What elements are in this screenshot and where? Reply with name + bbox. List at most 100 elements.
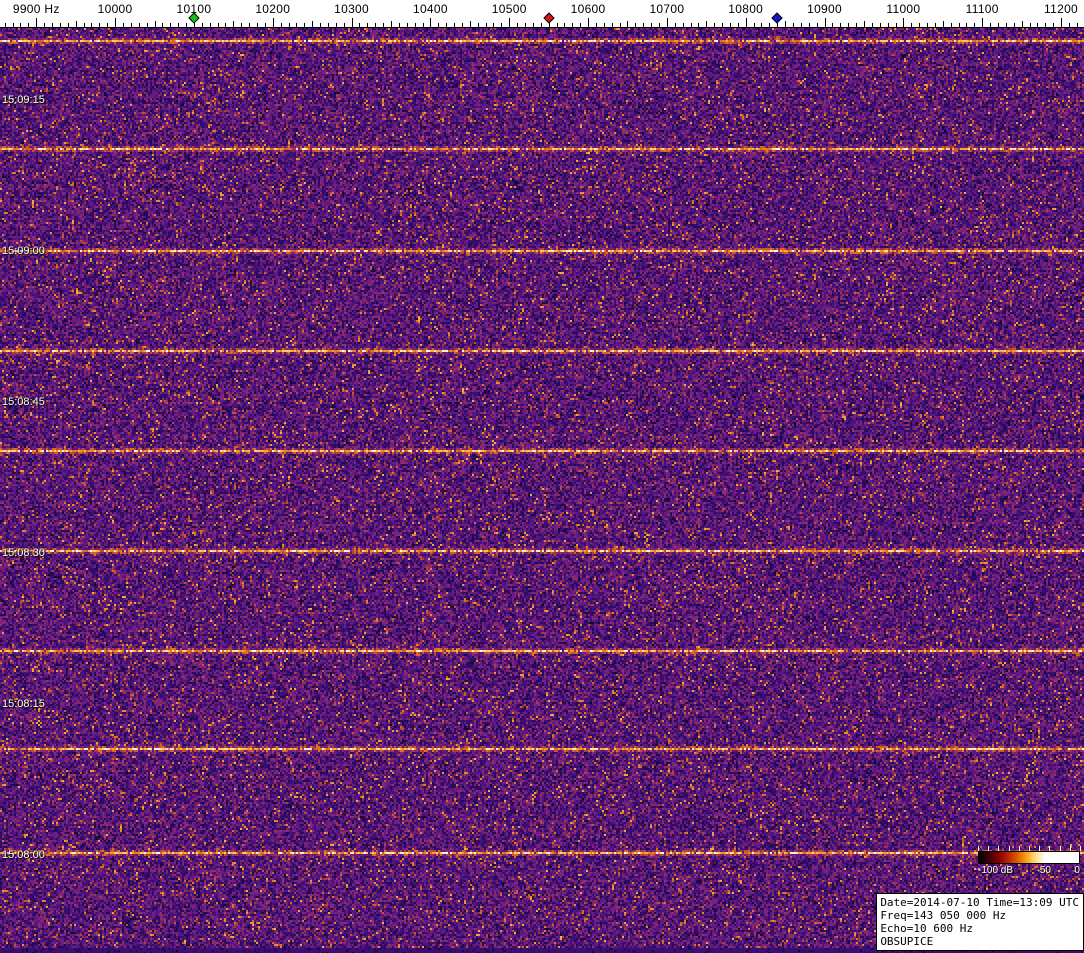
freq-tick: [5, 23, 6, 27]
freq-tick: [52, 23, 53, 27]
freq-tick-label: 10700: [649, 2, 684, 16]
freq-tick: [698, 23, 699, 27]
colorbar-tick: [1060, 846, 1061, 851]
freq-tick: [352, 18, 353, 27]
freq-tick: [604, 23, 605, 27]
freq-tick: [1014, 23, 1015, 27]
colorbar-tick: [1049, 846, 1050, 851]
colorbar-tick: [1009, 846, 1010, 851]
freq-tick: [383, 23, 384, 27]
freq-tick: [147, 23, 148, 27]
time-tick-label: 15:08:30: [2, 547, 45, 559]
marker-red-diamond-icon[interactable]: [543, 12, 554, 23]
freq-tick: [99, 23, 100, 27]
freq-tick: [951, 23, 952, 27]
freq-tick: [430, 18, 431, 27]
freq-tick: [943, 21, 944, 27]
spectrogram-window: 9900 Hz 10000 10100 10200 10300 10400 10500 106…: [0, 0, 1084, 953]
freq-tick: [738, 23, 739, 27]
freq-tick: [178, 23, 179, 27]
freq-tick: [761, 23, 762, 27]
freq-tick: [596, 23, 597, 27]
freq-tick: [793, 23, 794, 27]
freq-tick: [730, 23, 731, 27]
freq-tick: [486, 23, 487, 27]
time-tick-label: 15:08:15: [2, 698, 45, 710]
freq-tick: [714, 23, 715, 27]
freq-tick: [1053, 23, 1054, 27]
frequency-axis: 9900 Hz 10000 10100 10200 10300 10400 10500 106…: [0, 0, 1084, 28]
info-box: Date=2014-07-10 Time=13:09 UTC Freq=143 …: [876, 893, 1084, 951]
freq-tick: [1061, 18, 1062, 27]
freq-tick: [202, 23, 203, 27]
freq-tick: [809, 23, 810, 27]
time-tick-label: 15:09:00: [2, 245, 45, 257]
colorbar-tick: [998, 846, 999, 851]
freq-tick: [533, 23, 534, 27]
freq-tick: [123, 23, 124, 27]
freq-tick: [785, 21, 786, 27]
freq-tick: [170, 23, 171, 27]
freq-tick: [462, 23, 463, 27]
freq-tick: [864, 21, 865, 27]
freq-tick: [959, 23, 960, 27]
freq-tick-label: 10900: [807, 2, 842, 16]
freq-tick-label: 10300: [334, 2, 369, 16]
freq-tick-label: 10200: [255, 2, 290, 16]
freq-tick: [296, 23, 297, 27]
freq-tick: [1045, 23, 1046, 27]
freq-tick: [186, 23, 187, 27]
freq-tick: [493, 23, 494, 27]
freq-tick: [903, 18, 904, 27]
freq-tick: [659, 23, 660, 27]
freq-tick: [974, 23, 975, 27]
freq-tick: [28, 23, 29, 27]
freq-tick: [801, 23, 802, 27]
freq-tick: [1006, 23, 1007, 27]
freq-tick: [832, 23, 833, 27]
freq-tick-label: 11100: [966, 2, 999, 16]
freq-tick: [375, 23, 376, 27]
freq-tick: [580, 23, 581, 27]
freq-tick: [423, 23, 424, 27]
freq-tick: [265, 23, 266, 27]
freq-tick-label: 11200: [1044, 2, 1078, 16]
freq-tick: [643, 23, 644, 27]
freq-tick: [517, 23, 518, 27]
freq-tick-label: 10800: [728, 2, 763, 16]
freq-tick: [888, 23, 889, 27]
freq-tick: [225, 23, 226, 27]
info-station: OBSUPICE: [880, 935, 1079, 948]
freq-tick: [241, 23, 242, 27]
freq-tick: [107, 23, 108, 27]
freq-tick: [501, 23, 502, 27]
freq-tick: [651, 23, 652, 27]
freq-tick: [746, 18, 747, 27]
colorbar-labels: -100 dB -50 0: [978, 865, 1080, 876]
colorbar-tick: [978, 846, 979, 851]
marker-blue-diamond-icon[interactable]: [772, 12, 783, 23]
colorbar-ticks: [978, 846, 1080, 851]
freq-tick: [478, 23, 479, 27]
freq-tick: [233, 21, 234, 27]
freq-tick: [336, 23, 337, 27]
freq-tick: [399, 23, 400, 27]
freq-tick: [1037, 23, 1038, 27]
freq-tick: [911, 23, 912, 27]
freq-tick: [777, 23, 778, 27]
freq-tick-label: 11000: [886, 2, 920, 16]
freq-tick: [438, 23, 439, 27]
freq-tick: [257, 23, 258, 27]
freq-tick: [36, 18, 37, 27]
freq-tick: [557, 23, 558, 27]
freq-tick: [769, 23, 770, 27]
freq-tick: [407, 23, 408, 27]
freq-tick: [675, 23, 676, 27]
freq-tick: [273, 18, 274, 27]
freq-tick: [312, 21, 313, 27]
freq-tick: [635, 23, 636, 27]
freq-tick: [840, 23, 841, 27]
time-tick-label: 15:08:00: [2, 849, 45, 861]
freq-tick: [415, 23, 416, 27]
colorbar-tick: [1029, 846, 1030, 851]
